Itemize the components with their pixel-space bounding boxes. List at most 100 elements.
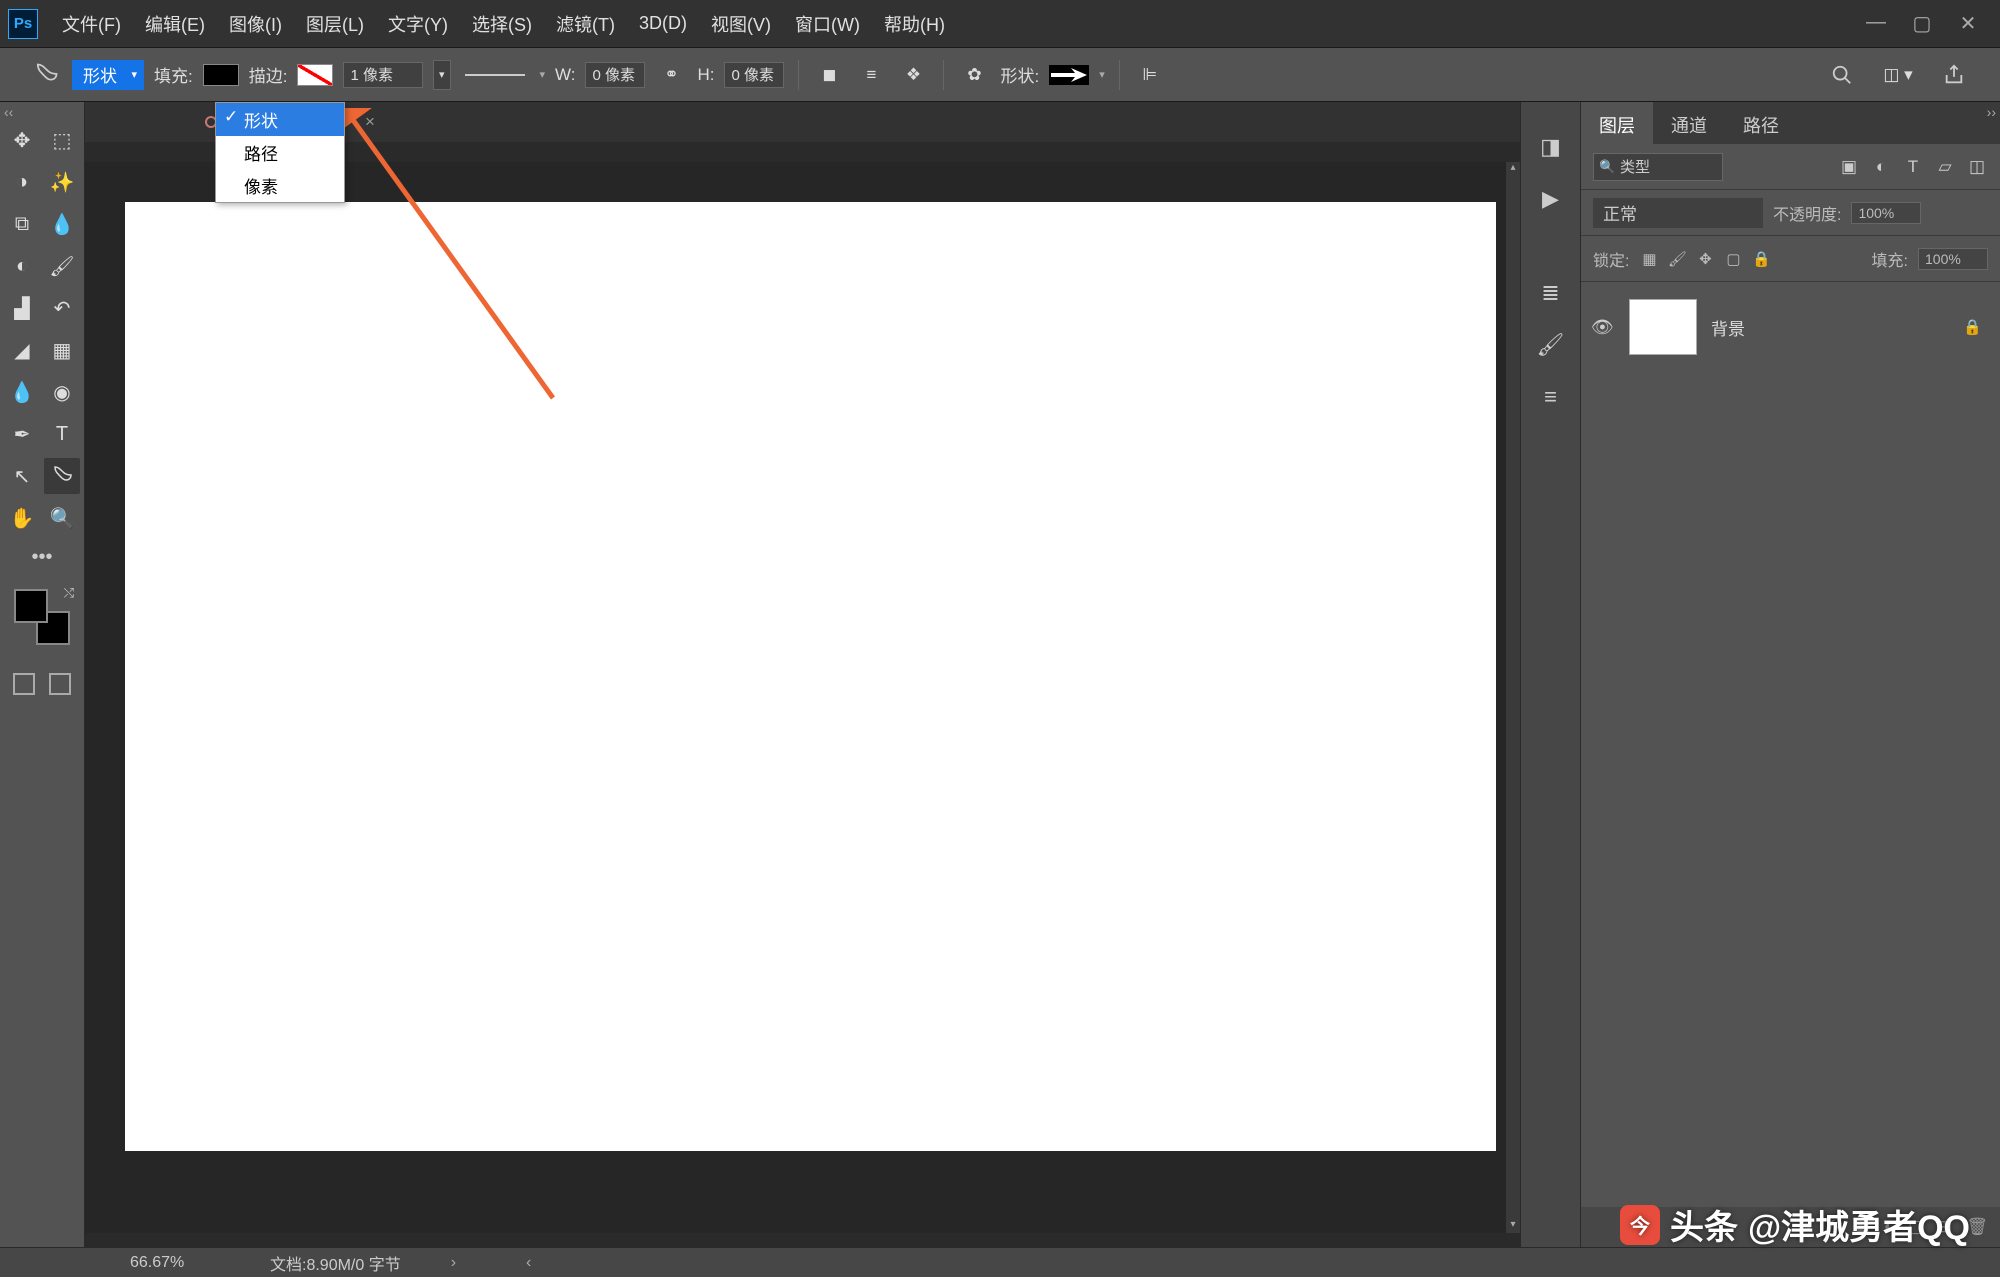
properties-panel-icon[interactable]: ≣ [1536, 278, 1566, 308]
tab-layers[interactable]: 图层 [1581, 102, 1653, 144]
eyedropper-tool[interactable]: 💧 [44, 206, 80, 242]
foreground-swatch[interactable] [14, 589, 48, 623]
history-brush-tool[interactable]: ↶ [44, 290, 80, 326]
doc-info-arrow-icon[interactable]: › [451, 1254, 456, 1272]
pen-tool[interactable]: ✒ [4, 416, 40, 452]
collapse-left-icon[interactable]: ‹‹ [4, 104, 13, 120]
menu-layer[interactable]: 图层(L) [294, 11, 376, 37]
filter-adjust-icon[interactable]: ◐ [1870, 156, 1892, 178]
dodge-tool[interactable]: ◉ [44, 374, 80, 410]
menu-type[interactable]: 文字(Y) [376, 11, 460, 37]
dropdown-item-pixel[interactable]: 像素 [216, 169, 344, 202]
menu-filter[interactable]: 滤镜(T) [544, 11, 627, 37]
stroke-style-preview[interactable] [465, 74, 525, 76]
move-tool[interactable]: ✥ [4, 122, 40, 158]
menu-edit[interactable]: 编辑(E) [133, 11, 217, 37]
menu-select[interactable]: 选择(S) [460, 11, 544, 37]
stroke-width-input[interactable] [343, 62, 423, 88]
eraser-tool[interactable]: ◢ [4, 332, 40, 368]
path-align-icon[interactable]: ≡ [855, 59, 887, 91]
filter-image-icon[interactable]: ▣ [1838, 156, 1860, 178]
custom-shape-preview[interactable] [1049, 65, 1089, 85]
visibility-icon[interactable]: 👁 [1591, 317, 1615, 338]
lock-all-icon[interactable]: 🔒 [1751, 249, 1771, 269]
zoom-tool[interactable]: 🔍 [44, 500, 80, 536]
shape-mode-dropdown[interactable]: 形状 [72, 60, 144, 90]
filter-kind-dropdown[interactable]: 类型 [1593, 153, 1723, 181]
tool-preset-icon[interactable] [30, 59, 62, 91]
healing-tool[interactable]: ◐ [4, 248, 40, 284]
marquee-tool[interactable]: ⬚ [44, 122, 80, 158]
menu-window[interactable]: 窗口(W) [783, 11, 872, 37]
align-edges-icon[interactable]: ⊫ [1134, 59, 1166, 91]
blur-tool[interactable]: 💧 [4, 374, 40, 410]
actions-panel-icon[interactable]: ▶ [1536, 184, 1566, 214]
minimize-button[interactable]: — [1862, 11, 1890, 36]
shape-mode-popup: 形状 路径 像素 [215, 102, 345, 203]
search-icon[interactable] [1826, 59, 1858, 91]
height-input[interactable] [724, 62, 784, 88]
gradient-tool[interactable]: ▦ [44, 332, 80, 368]
layer-item[interactable]: 👁 背景 🔒 [1581, 290, 2000, 364]
close-button[interactable]: ✕ [1954, 11, 1982, 36]
dropdown-item-shape[interactable]: 形状 [216, 103, 344, 136]
canvas[interactable] [125, 202, 1496, 1151]
dropdown-item-path[interactable]: 路径 [216, 136, 344, 169]
vertical-scrollbar[interactable]: ▴ ▾ [1506, 162, 1520, 1233]
link-wh-icon[interactable]: ⚭ [655, 59, 687, 91]
menu-3d[interactable]: 3D(D) [627, 13, 699, 34]
swatches-panel-icon[interactable]: ≡ [1536, 382, 1566, 412]
zoom-level[interactable]: 66.67% [130, 1254, 220, 1272]
color-swatches[interactable]: ⤭ [14, 589, 70, 645]
lock-artboard-icon[interactable]: ▢ [1723, 249, 1743, 269]
stroke-swatch[interactable] [297, 64, 333, 86]
gear-icon[interactable]: ✿ [958, 59, 990, 91]
layer-name[interactable]: 背景 [1711, 315, 1949, 340]
tab-paths[interactable]: 路径 [1725, 102, 1797, 144]
screenmode-icon[interactable] [49, 673, 71, 695]
history-panel-icon[interactable]: ◨ [1536, 132, 1566, 162]
menu-view[interactable]: 视图(V) [699, 11, 783, 37]
blend-mode-dropdown[interactable]: 正常 [1593, 198, 1763, 228]
brushes-panel-icon[interactable]: 🖌 [1536, 330, 1566, 360]
swap-colors-icon[interactable]: ⤭ [64, 585, 74, 601]
scroll-down-icon[interactable]: ▾ [1506, 1219, 1520, 1233]
lock-paint-icon[interactable]: 🖌 [1667, 249, 1687, 269]
filter-shape-icon[interactable]: ▱ [1934, 156, 1956, 178]
path-ops-icon[interactable]: ◼ [813, 59, 845, 91]
stroke-width-dropdown[interactable] [433, 60, 451, 90]
tab-channels[interactable]: 通道 [1653, 102, 1725, 144]
hand-tool[interactable]: ✋ [4, 500, 40, 536]
width-input[interactable] [585, 62, 645, 88]
close-tab-icon[interactable]: × [365, 112, 375, 132]
brush-tool[interactable]: 🖌 [44, 248, 80, 284]
fill-value[interactable]: 100% [1918, 248, 1988, 270]
magic-wand-tool[interactable]: ✨ [44, 164, 80, 200]
scroll-up-icon[interactable]: ▴ [1506, 162, 1520, 176]
quickmask-icon[interactable] [13, 673, 35, 695]
lock-position-icon[interactable]: ✥ [1695, 249, 1715, 269]
filter-smart-icon[interactable]: ◫ [1966, 156, 1988, 178]
menu-file[interactable]: 文件(F) [50, 11, 133, 37]
lasso-tool[interactable]: ◑ [4, 164, 40, 200]
stamp-tool[interactable]: ▟ [4, 290, 40, 326]
collapse-right-icon[interactable]: ›› [1987, 104, 1996, 120]
crop-tool[interactable]: ⧉ [4, 206, 40, 242]
custom-shape-tool[interactable] [44, 458, 80, 494]
share-icon[interactable] [1938, 59, 1970, 91]
path-select-tool[interactable]: ↖ [4, 458, 40, 494]
filter-type-icon[interactable]: T [1902, 156, 1924, 178]
doc-info[interactable]: 文档:8.90M/0 字节 [270, 1251, 401, 1275]
path-arrange-icon[interactable]: ❖ [897, 59, 929, 91]
workspace-icon[interactable]: ◫ ▾ [1882, 59, 1914, 91]
more-tools-icon[interactable]: ••• [31, 546, 52, 569]
opacity-value[interactable]: 100% [1851, 202, 1921, 224]
type-tool[interactable]: T [44, 416, 80, 452]
menu-image[interactable]: 图像(I) [217, 11, 294, 37]
layer-thumbnail[interactable] [1629, 299, 1697, 355]
maximize-button[interactable]: ▢ [1908, 11, 1936, 36]
lock-transparency-icon[interactable]: ▦ [1639, 249, 1659, 269]
menu-help[interactable]: 帮助(H) [872, 11, 957, 37]
fill-swatch[interactable] [203, 64, 239, 86]
hscroll-left-icon[interactable]: ‹ [526, 1254, 531, 1272]
